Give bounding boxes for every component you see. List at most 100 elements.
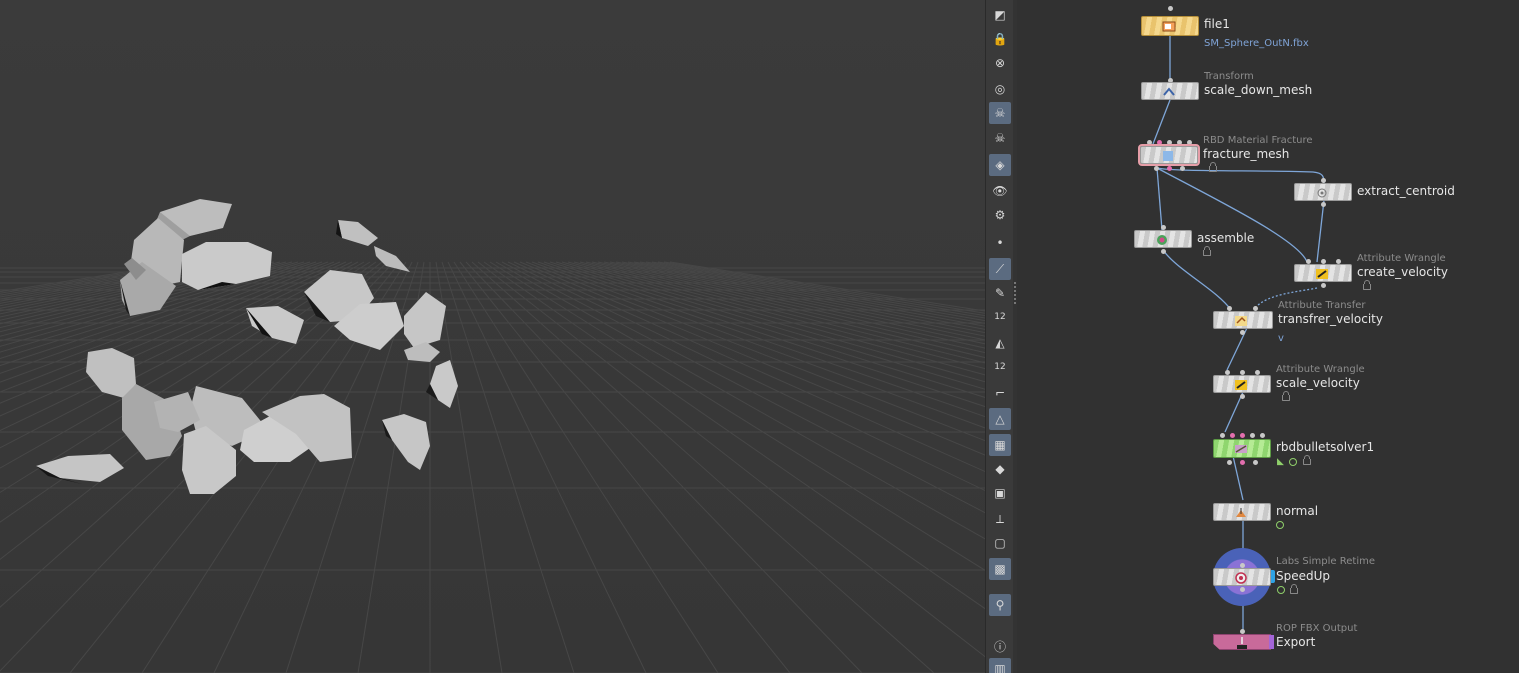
node-tile[interactable] <box>1294 264 1352 282</box>
skull-icon[interactable]: ☠ <box>989 102 1011 124</box>
shard <box>246 306 304 344</box>
node-name: assemble <box>1197 231 1255 245</box>
checker-icon[interactable]: ▦ <box>989 434 1011 456</box>
lock-icon <box>1209 162 1217 172</box>
node-type-label: Attribute Wrangle <box>1276 364 1365 375</box>
eye-icon[interactable]: 👁 <box>989 180 1011 202</box>
assemble-icon <box>1154 233 1170 247</box>
node-name: fracture_mesh <box>1203 147 1290 161</box>
node-tile[interactable] <box>1213 568 1271 586</box>
node-tile[interactable] <box>1141 82 1199 100</box>
frame-icon[interactable]: ▢ <box>989 532 1011 554</box>
normal-icon <box>1233 506 1249 520</box>
shard <box>36 454 124 482</box>
shard <box>86 348 136 398</box>
node-type-label: RBD Material Fracture <box>1203 135 1313 146</box>
transform-icon <box>1161 85 1177 99</box>
bypass-ring-icon <box>1276 521 1284 529</box>
node-tile[interactable] <box>1213 311 1273 329</box>
lock-icon <box>1303 455 1311 465</box>
fractured-sphere-shards <box>36 199 458 494</box>
pen-icon[interactable]: ✎ <box>989 282 1011 304</box>
layers-icon[interactable]: ◆ <box>989 458 1011 480</box>
brush-icon[interactable]: ⟋ <box>989 258 1011 280</box>
node-tile[interactable] <box>1213 375 1271 393</box>
lock-icon <box>1290 584 1298 594</box>
node-name: transfrer_velocity <box>1278 312 1383 326</box>
node-tile[interactable] <box>1141 16 1199 36</box>
viewport-canvas[interactable] <box>0 0 985 673</box>
viewport-display-toolbar: ◩ 🔒 ⊗ ◎ ☠ ☠ ◈ 👁 ⚙ • ⟋ ✎ 12 ◭ 12 ⌐ △ ▦ ◆ ▣ ⟂ ▢ ▩ ⚲ ⓘ ▥ <box>985 0 1015 673</box>
wrangle-icon <box>1233 378 1249 392</box>
number-prims-icon[interactable]: 12 <box>989 356 1011 378</box>
lock-icon <box>1282 391 1290 401</box>
shading-icon[interactable]: ◈ <box>989 154 1011 176</box>
close-icon[interactable]: ⊗ <box>989 52 1011 74</box>
node-name: scale_down_mesh <box>1204 83 1313 97</box>
select-mode-icon[interactable]: ◩ <box>989 4 1011 26</box>
ground-grid <box>0 261 985 673</box>
node-tile[interactable] <box>1213 439 1271 458</box>
node-type-label: Labs Simple Retime <box>1276 556 1376 567</box>
centroid-icon <box>1314 186 1330 200</box>
point-icon[interactable]: • <box>989 232 1011 254</box>
info-icon[interactable]: ⓘ <box>989 636 1011 658</box>
render-flag[interactable] <box>1269 635 1274 649</box>
scene-viewport[interactable] <box>0 0 985 673</box>
shard <box>338 220 378 246</box>
lock-icon[interactable]: 🔒 <box>989 28 1011 50</box>
bypass-ring-icon <box>1277 586 1285 594</box>
network-editor[interactable]: file1 SM_Sphere_OutN.fbx Transform scale… <box>1017 0 1519 673</box>
camera-icon[interactable]: ⚙ <box>989 204 1011 226</box>
flag-icon: ◣ <box>1277 457 1284 467</box>
houdini-window: ◩ 🔒 ⊗ ◎ ☠ ☠ ◈ 👁 ⚙ • ⟋ ✎ 12 ◭ 12 ⌐ △ ▦ ◆ ▣ ⟂ ▢ ▩ ⚲ ⓘ ▥ <box>0 0 1519 673</box>
bypass-ring-icon <box>1289 458 1297 466</box>
uv-icon[interactable]: ▣ <box>989 482 1011 504</box>
shard <box>382 414 430 470</box>
wire <box>1152 99 1171 145</box>
node-type-label: Attribute Wrangle <box>1357 253 1446 264</box>
node-name: SpeedUp <box>1276 569 1331 583</box>
shard <box>430 360 458 408</box>
node-type-label: ROP FBX Output <box>1276 623 1358 634</box>
node-name: file1 <box>1204 17 1230 31</box>
wireframe-icon[interactable]: △ <box>989 408 1011 430</box>
node-name: extract_centroid <box>1357 184 1455 198</box>
ghost-icon[interactable]: ◎ <box>989 78 1011 100</box>
shard <box>404 292 446 348</box>
wrangle-icon <box>1314 267 1330 281</box>
transfer-icon <box>1233 314 1249 328</box>
node-file-path: SM_Sphere_OutN.fbx <box>1204 38 1309 49</box>
background-image-icon[interactable]: ▩ <box>989 558 1011 580</box>
number-points-icon[interactable]: 12 <box>989 306 1011 328</box>
primitive-normals-icon[interactable]: ◭ <box>989 332 1011 354</box>
wire <box>1156 167 1163 231</box>
node-name: create_velocity <box>1357 265 1448 279</box>
lock-icon <box>1363 280 1371 290</box>
axis-icon[interactable]: ⟂ <box>989 508 1011 530</box>
node-tile[interactable] <box>1294 183 1352 201</box>
node-name: Export <box>1276 635 1316 649</box>
file-icon <box>1161 19 1177 33</box>
node-type-label: Transform <box>1204 71 1254 82</box>
layout-icon[interactable]: ▥ <box>989 658 1011 673</box>
pin-icon[interactable]: ⚲ <box>989 594 1011 616</box>
skull-outline-icon[interactable]: ☠ <box>989 127 1011 149</box>
node-name: rbdbulletsolver1 <box>1276 440 1375 454</box>
lock-icon <box>1203 246 1211 256</box>
node-name: scale_velocity <box>1276 376 1360 390</box>
node-type-label: Attribute Transfer <box>1278 300 1366 311</box>
rop-icon <box>1235 635 1249 649</box>
solver-icon <box>1233 442 1249 456</box>
corner-icon[interactable]: ⌐ <box>989 382 1011 404</box>
node-tile[interactable] <box>1138 144 1200 166</box>
wire <box>1316 199 1325 263</box>
node-tile[interactable] <box>1213 503 1271 521</box>
node-attribute-param: v <box>1278 333 1284 344</box>
node-tile[interactable] <box>1134 230 1192 248</box>
shard <box>404 342 440 362</box>
node-name: normal <box>1276 504 1319 518</box>
wire <box>1162 249 1232 311</box>
retime-icon <box>1233 571 1249 585</box>
fracture-icon <box>1160 149 1176 163</box>
